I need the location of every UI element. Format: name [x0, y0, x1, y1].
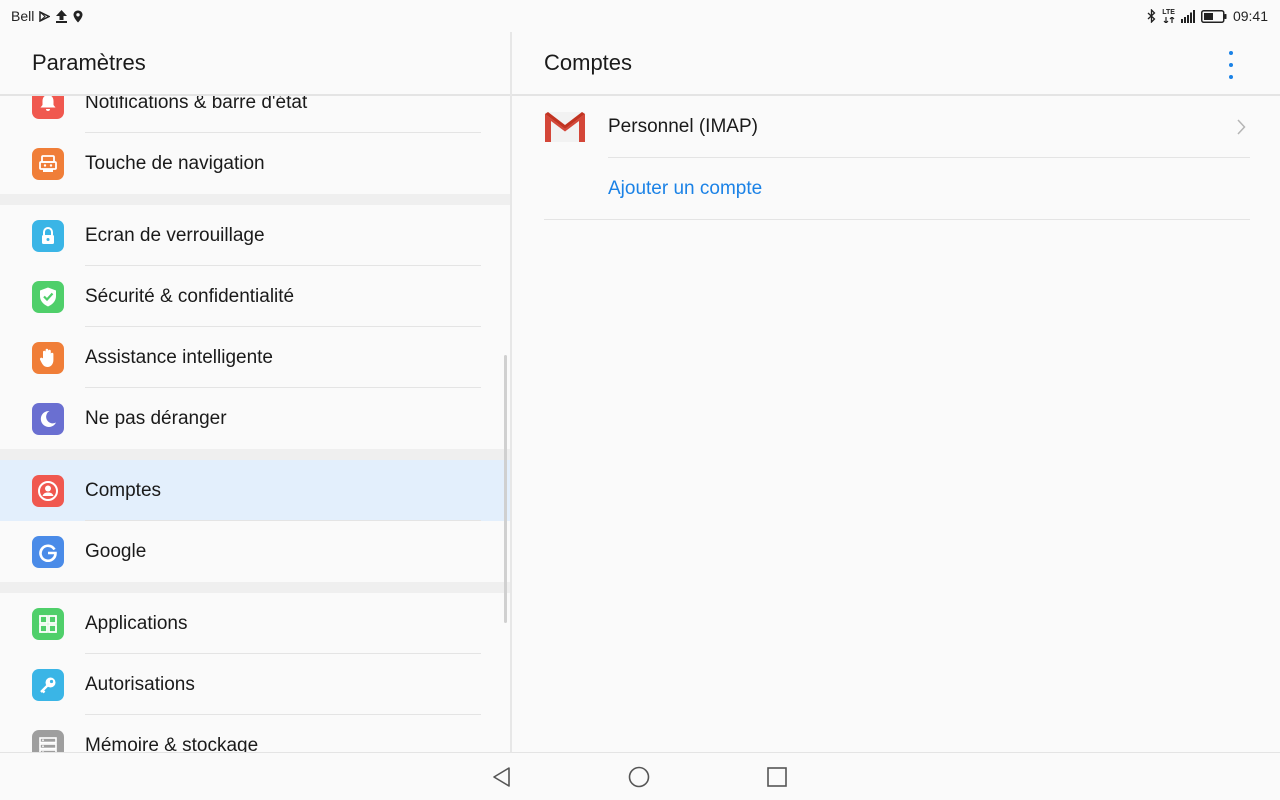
bluetooth-icon: [1147, 9, 1156, 23]
back-icon[interactable]: [490, 766, 514, 788]
settings-item-do-not-disturb[interactable]: Ne pas déranger: [0, 388, 510, 449]
status-bar-right: LTE 09:41: [1147, 8, 1268, 24]
upload-icon: [55, 9, 68, 23]
play-store-icon: [39, 10, 51, 22]
lte-icon: LTE: [1162, 9, 1175, 23]
carrier-name: Bell: [11, 8, 35, 24]
add-account-row[interactable]: Ajouter un compte: [512, 158, 1280, 220]
account-label: Personnel (IMAP): [608, 116, 758, 137]
lock-icon: [32, 220, 64, 252]
settings-scrollbar[interactable]: [504, 355, 507, 623]
status-bar-left: Bell: [11, 8, 83, 24]
location-icon: [73, 10, 83, 23]
settings-item-navigation-key[interactable]: Touche de navigation: [0, 133, 510, 194]
status-bar: Bell LTE 09:41: [0, 0, 1280, 32]
row-divider: [544, 219, 1250, 220]
settings-item-memory-storage[interactable]: Mémoire & stockage: [0, 715, 510, 752]
navigation-bar: [0, 752, 1280, 800]
add-account-link[interactable]: Ajouter un compte: [608, 178, 762, 200]
more-dot-icon: [1229, 51, 1233, 55]
settings-item-security-privacy[interactable]: Sécurité & confidentialité: [0, 266, 510, 327]
accounts-panel: Comptes Personnel (IMAP) Ajouter un comp…: [512, 32, 1280, 752]
gmail-icon: [544, 112, 586, 142]
settings-title: Paramètres: [32, 50, 146, 75]
group-separator: [0, 449, 510, 460]
more-dot-icon: [1229, 75, 1233, 79]
battery-icon: [1200, 9, 1227, 23]
group-separator: [0, 582, 510, 593]
settings-item-label: Ecran de verrouillage: [85, 224, 265, 246]
settings-item-label: Mémoire & stockage: [85, 734, 259, 753]
home-icon[interactable]: [627, 766, 651, 788]
settings-item-label: Comptes: [85, 479, 162, 501]
accounts-title: Comptes: [544, 50, 633, 75]
settings-item-label: Sécurité & confidentialité: [85, 285, 295, 307]
account-row-personnel[interactable]: Personnel (IMAP): [512, 96, 1280, 158]
account-icon: [32, 475, 64, 507]
key-icon: [32, 669, 64, 701]
settings-item-label: Applications: [85, 612, 188, 634]
google-icon: [32, 536, 64, 568]
lte-label: LTE: [1162, 9, 1175, 16]
signal-icon: [1180, 9, 1195, 23]
settings-item-label: Google: [85, 540, 147, 562]
chevron-right-icon: [1237, 119, 1246, 135]
settings-item-accounts[interactable]: Comptes: [0, 460, 510, 521]
settings-item-label: Assistance intelligente: [85, 346, 273, 368]
hand-icon: [32, 342, 64, 374]
settings-panel: Paramètres Notifications & barre d'état …: [0, 32, 510, 752]
settings-item-applications[interactable]: Applications: [0, 593, 510, 654]
settings-item-google[interactable]: Google: [0, 521, 510, 582]
moon-icon: [32, 403, 64, 435]
settings-list[interactable]: Notifications & barre d'état Touche de n…: [0, 96, 510, 752]
group-separator: [0, 194, 510, 205]
navigation-key-icon: [32, 148, 64, 180]
settings-item-smart-assistance[interactable]: Assistance intelligente: [0, 327, 510, 388]
clock: 09:41: [1232, 8, 1268, 24]
apps-grid-icon: [32, 608, 64, 640]
recent-apps-icon[interactable]: [765, 766, 789, 788]
bell-icon: [32, 96, 64, 119]
storage-icon: [32, 730, 64, 752]
settings-item-label: Autorisations: [85, 673, 195, 695]
settings-item-label: Notifications & barre d'état: [85, 96, 308, 113]
settings-item-permissions[interactable]: Autorisations: [0, 654, 510, 715]
shield-check-icon: [32, 281, 64, 313]
more-options-button[interactable]: [1222, 51, 1240, 79]
settings-item-lock-screen[interactable]: Ecran de verrouillage: [0, 205, 510, 266]
more-dot-icon: [1229, 63, 1233, 67]
settings-item-label: Ne pas déranger: [85, 407, 227, 429]
settings-item-label: Touche de navigation: [85, 152, 265, 174]
settings-item-notifications[interactable]: Notifications & barre d'état: [0, 96, 510, 133]
